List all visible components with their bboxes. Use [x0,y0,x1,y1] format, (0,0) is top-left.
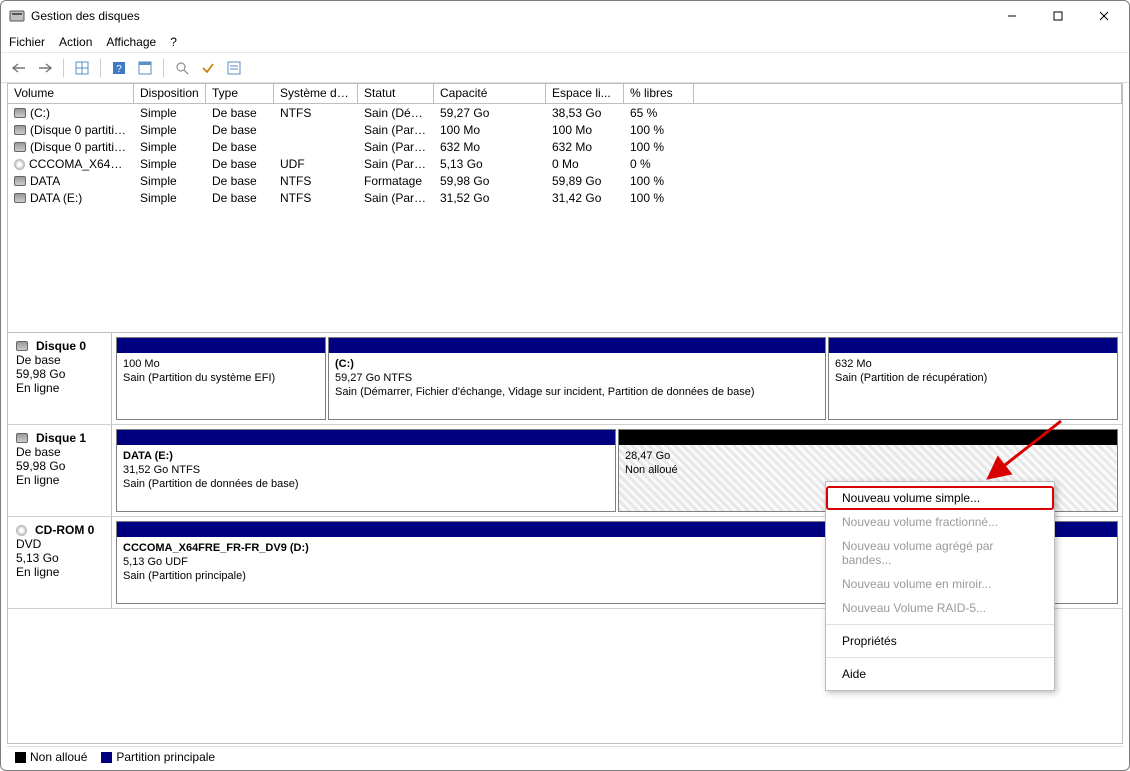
menu-properties[interactable]: Propriétés [826,629,1054,653]
cdrom-type: DVD [16,537,103,551]
menu-help[interactable]: Aide [826,662,1054,686]
disk1-size: 59,98 Go [16,459,103,473]
column-headers: Volume Disposition Type Système de ... S… [8,84,1122,104]
legend-swatch-primary [101,752,112,763]
app-icon [9,8,25,24]
table-row[interactable]: (C:)SimpleDe baseNTFSSain (Dém...59,27 G… [8,104,1122,121]
disk0-size: 59,98 Go [16,367,103,381]
legend-swatch-unalloc [15,752,26,763]
menu-file[interactable]: Fichier [9,35,45,49]
cdrom-size: 5,13 Go [16,551,103,565]
disk1-info[interactable]: Disque 1 De base 59,98 Go En ligne [8,425,112,516]
help-icon[interactable]: ? [109,58,129,78]
cdrom-status: En ligne [16,565,103,579]
list-icon[interactable] [224,58,244,78]
disk0-partition-c[interactable]: (C:)59,27 Go NTFSSain (Démarrer, Fichier… [328,337,826,420]
cdrom-info[interactable]: CD-ROM 0 DVD 5,13 Go En ligne [8,517,112,608]
menu-new-mirrored-volume: Nouveau volume en miroir... [826,572,1054,596]
cdrom-name: CD-ROM 0 [35,523,94,537]
minimize-button[interactable] [989,1,1035,31]
legend: Non alloué Partition principale [7,746,1123,766]
disk-icon [16,341,28,351]
legend-primary: Partition principale [116,750,215,764]
back-icon[interactable] [9,58,29,78]
menu-action[interactable]: Action [59,35,92,49]
table-row[interactable]: (Disque 0 partition...SimpleDe baseSain … [8,121,1122,138]
col-layout[interactable]: Disposition [134,84,206,104]
menu-new-simple-volume[interactable]: Nouveau volume simple... [826,486,1054,510]
col-pct[interactable]: % libres [624,84,694,104]
menu-new-raid5-volume: Nouveau Volume RAID-5... [826,596,1054,620]
disk0-partition-recovery[interactable]: 632 MoSain (Partition de récupération) [828,337,1118,420]
panel-icon[interactable] [135,58,155,78]
col-capacity[interactable]: Capacité [434,84,546,104]
toolbar: ? [1,53,1129,83]
disk0-status: En ligne [16,381,103,395]
col-status[interactable]: Statut [358,84,434,104]
table-row[interactable]: DATA (E:)SimpleDe baseNTFSSain (Parti...… [8,189,1122,206]
menu-new-spanned-volume: Nouveau volume fractionné... [826,510,1054,534]
disk0-info[interactable]: Disque 0 De base 59,98 Go En ligne [8,333,112,424]
cd-icon [16,525,27,536]
table-row[interactable]: DATASimpleDe baseNTFSFormatage59,98 Go59… [8,172,1122,189]
context-menu: Nouveau volume simple... Nouveau volume … [825,481,1055,691]
table-row[interactable]: CCCOMA_X64FRE...SimpleDe baseUDFSain (Pa… [8,155,1122,172]
window-title: Gestion des disques [31,9,989,23]
title-bar: Gestion des disques [1,1,1129,31]
col-fs[interactable]: Système de ... [274,84,358,104]
col-free[interactable]: Espace li... [546,84,624,104]
volume-list: Volume Disposition Type Système de ... S… [7,83,1123,333]
disk0-type: De base [16,353,103,367]
disk1-status: En ligne [16,473,103,487]
maximize-button[interactable] [1035,1,1081,31]
disk1-partition-data[interactable]: DATA (E:)31,52 Go NTFSSain (Partition de… [116,429,616,512]
disk0-name: Disque 0 [36,339,86,353]
menu-new-striped-volume: Nouveau volume agrégé par bandes... [826,534,1054,572]
disk1-name: Disque 1 [36,431,86,445]
menu-view[interactable]: Affichage [106,35,156,49]
svg-text:?: ? [116,64,122,75]
col-volume[interactable]: Volume [8,84,134,104]
check-icon[interactable] [198,58,218,78]
col-type[interactable]: Type [206,84,274,104]
forward-icon[interactable] [35,58,55,78]
disk0-partition-efi[interactable]: 100 MoSain (Partition du système EFI) [116,337,326,420]
table-row[interactable]: (Disque 0 partition...SimpleDe baseSain … [8,138,1122,155]
search-icon[interactable] [172,58,192,78]
grid-icon[interactable] [72,58,92,78]
disk1-type: De base [16,445,103,459]
disk-icon [16,433,28,443]
close-button[interactable] [1081,1,1127,31]
menu-help[interactable]: ? [170,35,177,49]
legend-unalloc: Non alloué [30,750,87,764]
menu-bar: Fichier Action Affichage ? [1,31,1129,53]
